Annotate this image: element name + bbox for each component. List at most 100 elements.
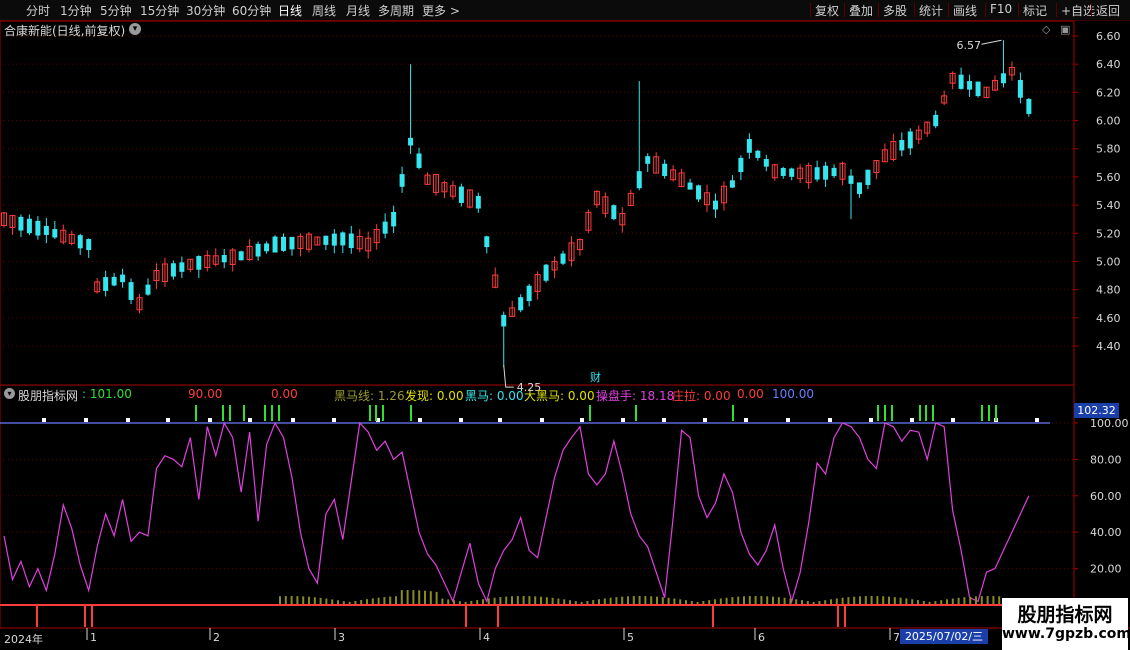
ind-top-marker <box>703 418 707 422</box>
indicator-dropdown-icon[interactable]: ▾ <box>4 388 15 399</box>
candle-body-down <box>170 263 176 277</box>
candle-body-down <box>848 175 854 184</box>
candle-body-down <box>238 251 244 261</box>
candle-body-down <box>729 180 735 188</box>
candle-body-down <box>77 235 83 249</box>
month-label: 1 <box>90 631 97 644</box>
candle-body-down <box>272 236 278 253</box>
high-arrow <box>981 39 1002 45</box>
indicator-heima: 黑马: 0.00 <box>465 389 524 403</box>
candle-body-down <box>221 254 227 263</box>
candle-body-down <box>281 236 287 251</box>
candle-body-down <box>264 243 270 252</box>
ind-top-marker <box>459 418 463 422</box>
ind-top-marker <box>540 418 544 422</box>
ind-top-marker <box>621 418 625 422</box>
ind-tick-label: 20.00 <box>1090 563 1122 576</box>
price-tick-label: 6.40 <box>1096 58 1121 71</box>
candle-body-down <box>43 225 49 235</box>
candle-body-down <box>391 211 397 227</box>
candle-body-down <box>86 239 92 251</box>
candle-body-down <box>746 139 752 153</box>
ind-top-marker <box>418 418 422 422</box>
ind-top-marker <box>291 418 295 422</box>
candle-body-down <box>111 276 117 286</box>
ind-top-marker <box>580 418 584 422</box>
year-label: 2024年 <box>4 633 43 646</box>
ind-top-marker <box>910 418 914 422</box>
ind-top-marker <box>498 418 502 422</box>
price-tick-label: 4.80 <box>1096 284 1121 297</box>
candle-body-down <box>696 185 702 200</box>
candle-body-down <box>763 158 769 167</box>
ind-top-marker <box>828 418 832 422</box>
current-date-tag: 2025/07/02/三 <box>900 629 988 644</box>
indicator-value-5: 100.00 <box>772 387 814 401</box>
candle-body-down <box>289 236 295 250</box>
kline-chart: 6.60 6.40 6.20 6.00 5.80 5.60 5.40 5.20 5.00 4.80… <box>0 20 1130 650</box>
candle-body-down <box>738 157 744 173</box>
cai-marker: 财 <box>590 370 601 384</box>
month-label: 4 <box>483 631 490 644</box>
candle-body-down <box>712 200 718 210</box>
watermark: 股朋指标网 www.7gpzb.com <box>1002 598 1130 650</box>
candle-body-down <box>975 81 981 97</box>
watermark-url: www.7gpzb.com <box>1002 626 1130 642</box>
candle-body-down <box>823 165 829 180</box>
indicator-value-3: 0.00 <box>271 387 298 401</box>
candle-body-down <box>780 167 786 176</box>
candle-body-down <box>560 253 566 264</box>
candle-body-down <box>484 236 490 248</box>
month-label: 6 <box>758 631 765 644</box>
ind-top-marker <box>166 418 170 422</box>
month-label: 5 <box>627 631 634 644</box>
candle-body-down <box>1000 73 1006 84</box>
candle-body-down <box>645 156 651 164</box>
candle-body-down <box>408 137 414 146</box>
candle-body-down <box>958 74 964 89</box>
candle-body-down <box>52 229 58 238</box>
candle-body-down <box>399 174 405 187</box>
indicator-zhuangla: 庄拉: 0.00 <box>672 389 731 403</box>
price-panel-frame <box>0 20 1075 386</box>
ind-top-marker <box>332 418 336 422</box>
price-tick-label: 5.40 <box>1096 199 1121 212</box>
ind-top-marker <box>42 418 46 422</box>
ind-tick-label: 60.00 <box>1090 490 1122 503</box>
candle-body-down <box>662 163 668 176</box>
candle-body-down <box>348 233 354 249</box>
ind-top-marker <box>951 418 955 422</box>
price-tick-label: 6.20 <box>1096 86 1121 99</box>
month-label: 7 <box>893 631 900 644</box>
price-tick-label: 6.00 <box>1096 115 1121 128</box>
candle-body-down <box>501 314 507 327</box>
candle-body-down <box>331 233 337 246</box>
candle-body-down <box>814 167 820 180</box>
candle-body-down <box>145 284 151 295</box>
indicator-value-2: 90.00 <box>188 387 223 401</box>
price-tick-label: 5.20 <box>1096 227 1121 240</box>
candle-body-down <box>526 285 532 302</box>
candle-body-down <box>179 262 185 272</box>
candle-body-down <box>323 235 329 245</box>
candle-body-down <box>865 169 871 185</box>
candle-body-down <box>636 171 642 189</box>
indicator-caopanshou: 操盘手: 18.18 <box>596 389 675 403</box>
ind-top-marker <box>869 418 873 422</box>
candle-body-down <box>128 282 134 300</box>
candle-body-down <box>382 221 388 234</box>
month-label: 2 <box>213 631 220 644</box>
indicator-heima-line: 黑马线: 1.26 <box>334 389 405 403</box>
ind-top-marker <box>786 418 790 422</box>
candle-body-down <box>120 274 126 283</box>
candle-body-down <box>1026 98 1032 114</box>
ind-top-marker <box>744 418 748 422</box>
ind-tick-label: 40.00 <box>1090 526 1122 539</box>
candle-body-down <box>255 243 261 257</box>
ind-tick-label: 100.00 <box>1090 417 1129 430</box>
candle-body-down <box>35 220 41 236</box>
watermark-title: 股朋指标网 <box>1017 604 1113 626</box>
ind-top-marker <box>662 418 666 422</box>
price-tick-label: 4.60 <box>1096 312 1121 325</box>
ind-top-marker <box>1035 418 1039 422</box>
